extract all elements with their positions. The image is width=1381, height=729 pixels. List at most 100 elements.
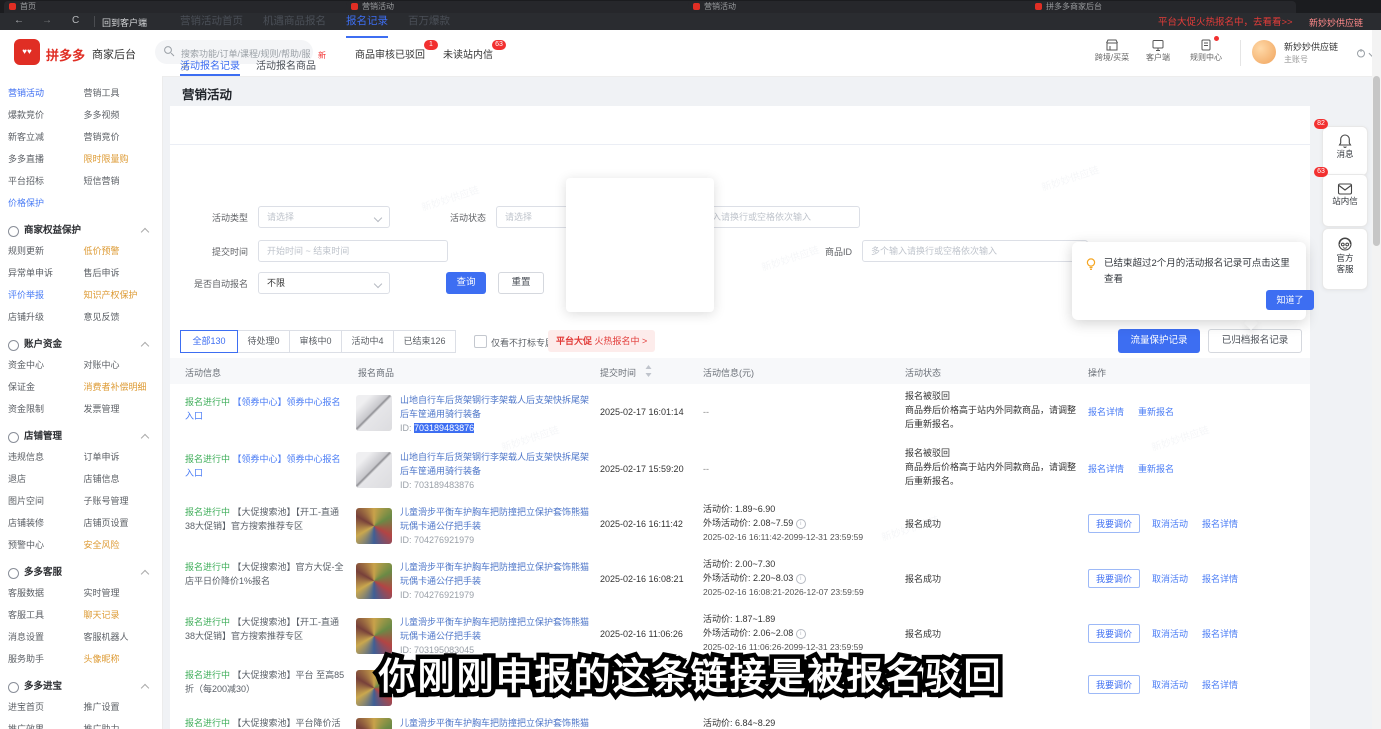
sidebar-item[interactable]: 评价举报	[0, 284, 84, 306]
sidebar-item[interactable]: 新客立减	[0, 126, 84, 148]
product-title[interactable]: 儿童滑步平衡车护胸车把防撞把立保护套饰熊猫玩偶卡通公仔把手装	[400, 616, 592, 644]
resignup-link[interactable]: 重新报名	[1138, 406, 1174, 420]
sidebar-item[interactable]: 店铺页设置	[84, 512, 162, 534]
segment-all[interactable]: 全部130	[180, 330, 238, 353]
reload-icon[interactable]: C	[72, 15, 79, 26]
sidebar-section-account-funds[interactable]: 账户资金	[0, 336, 162, 354]
sidebar-item[interactable]: 多多直播	[0, 148, 84, 170]
product-image[interactable]	[356, 452, 392, 488]
adjust-price-button[interactable]: 我要调价	[1088, 569, 1140, 588]
power-icon[interactable]	[1356, 48, 1366, 58]
detail-link[interactable]: 报名详情	[1202, 518, 1238, 532]
product-title[interactable]: 儿童滑步平衡车护胸车把防撞把立保护套饰熊猫玩偶卡通公仔把手装	[400, 506, 592, 534]
auto-signup-select[interactable]: 不限	[258, 272, 390, 294]
sidebar-item[interactable]: 保证金	[0, 376, 84, 398]
segment-reviewing[interactable]: 审核中0	[289, 330, 342, 353]
reset-button[interactable]: 重置	[498, 272, 544, 294]
sidebar-item[interactable]: 聊天记录	[84, 604, 162, 626]
product-title[interactable]: 儿童滑步平衡车护胸车把防撞把立保护套饰熊猫玩偶卡通公仔把手装	[400, 561, 592, 589]
audit-rejected-link[interactable]: 商品审核已驳回	[355, 46, 425, 61]
tab-campaign-home[interactable]: 营销活动首页	[180, 13, 243, 28]
cancel-link[interactable]: 取消活动	[1152, 628, 1188, 642]
sidebar-item[interactable]: 异常单申诉	[0, 262, 84, 284]
resignup-link[interactable]: 重新报名	[1138, 463, 1174, 477]
sidebar-item[interactable]: 订单申诉	[84, 446, 162, 468]
sidebar-item[interactable]: 推广效果	[0, 718, 84, 729]
sidebar-item[interactable]: 价格保护	[0, 192, 84, 214]
browser-tab[interactable]: 拼多多商家后台	[1030, 1, 1296, 13]
scrollbar-thumb[interactable]	[1373, 76, 1380, 246]
sidebar-item[interactable]: 店铺升级	[0, 306, 84, 328]
archived-records-button[interactable]: 已归档报名记录	[1208, 329, 1302, 353]
sidebar-item[interactable]: 客服数据	[0, 582, 84, 604]
info-icon[interactable]: i	[796, 629, 806, 639]
sidebar-item[interactable]: 资金中心	[0, 354, 84, 376]
sidebar-item[interactable]: 多多视频	[84, 104, 162, 126]
info-icon[interactable]: i	[796, 519, 806, 529]
sidebar-item[interactable]: 意见反馈	[84, 306, 162, 328]
sidebar-section-merchant-rights[interactable]: 商家权益保护	[0, 222, 162, 240]
info-icon[interactable]: i	[796, 574, 806, 584]
tab-million-bestsellers[interactable]: 百万爆款	[408, 13, 450, 28]
mail-entry[interactable]: 站内信	[1322, 174, 1368, 227]
sidebar-item[interactable]: 资金限制	[0, 398, 84, 420]
goods-id-input[interactable]: 多个输入请换行或空格依次输入	[862, 240, 1088, 262]
sidebar-item[interactable]: 预警中心	[0, 534, 84, 556]
sidebar-item[interactable]: 实时管理	[84, 582, 162, 604]
sidebar-item[interactable]: 营销竞价	[84, 126, 162, 148]
sidebar-item[interactable]: 图片空间	[0, 490, 84, 512]
promo-link[interactable]: 平台大促火热报名中，去看看>>	[1158, 14, 1293, 28]
browser-tab[interactable]: 首页	[4, 1, 356, 13]
client-app-entry[interactable]: 客户端	[1140, 38, 1176, 63]
sidebar-item[interactable]: 对账中心	[84, 354, 162, 376]
detail-link[interactable]: 报名详情	[1088, 463, 1124, 477]
browser-tab[interactable]: 营销活动	[688, 1, 1040, 13]
time-range-input[interactable]: 开始时间 ~ 结束时间	[258, 240, 448, 262]
sidebar-item[interactable]: 发票管理	[84, 398, 162, 420]
detail-link[interactable]: 报名详情	[1088, 406, 1124, 420]
sidebar-item[interactable]: 安全风险	[84, 534, 162, 556]
filter-type-select[interactable]: 请选择	[258, 206, 390, 228]
filter-checkbox[interactable]	[474, 335, 487, 348]
sidebar-item[interactable]: 违规信息	[0, 446, 84, 468]
product-image[interactable]	[356, 718, 392, 729]
sidebar-item[interactable]: 店铺信息	[84, 468, 162, 490]
address-url-text[interactable]: 回到客户端	[102, 16, 147, 29]
product-title[interactable]: 山地自行车后货架钢行李架载人后支架快拆尾架后车筐通用骑行装备	[400, 394, 592, 422]
sidebar-item[interactable]: 子账号管理	[84, 490, 162, 512]
sidebar-item[interactable]: 消费者补偿明细	[84, 376, 162, 398]
segment-pending[interactable]: 待处理0	[237, 330, 290, 353]
sidebar-item[interactable]: 推广助力	[84, 718, 162, 729]
cancel-link[interactable]: 取消活动	[1152, 518, 1188, 532]
detail-link[interactable]: 报名详情	[1202, 573, 1238, 587]
tooltip-ok-button[interactable]: 知道了	[1266, 290, 1314, 310]
back-icon[interactable]: ←	[14, 15, 24, 26]
subtab-activity-goods[interactable]: 活动报名商品	[256, 57, 316, 72]
product-id-selected[interactable]: 703189483876	[414, 423, 474, 433]
promo-pill[interactable]: 平台大促 火热报名中 >	[548, 330, 655, 352]
official-support-entry[interactable]: 官方客服	[1322, 228, 1368, 290]
subtab-activity-records[interactable]: 活动报名记录	[180, 57, 240, 72]
avatar[interactable]	[1252, 40, 1276, 64]
sidebar-item[interactable]: 消息设置	[0, 626, 84, 648]
product-title[interactable]: 儿童滑步平衡车护胸车把防撞把立保护套饰熊猫玩偶卡通公仔把手装	[400, 717, 592, 729]
product-image[interactable]	[356, 395, 392, 431]
sidebar-item[interactable]: 规则更新	[0, 240, 84, 262]
sidebar-item[interactable]: 短信营销	[84, 170, 162, 192]
sidebar-item[interactable]: 退店	[0, 468, 84, 490]
sidebar-section-shop-management[interactable]: 店铺管理	[0, 428, 162, 446]
product-image[interactable]	[356, 508, 392, 544]
tab-signup-records[interactable]: 报名记录	[346, 13, 388, 28]
sidebar-section-customer-service[interactable]: 多多客服	[0, 564, 162, 582]
product-title[interactable]: 山地自行车后货架钢行李架载人后支架快拆尾架后车筐通用骑行装备	[400, 451, 592, 479]
sort-icon[interactable]	[645, 365, 652, 377]
tab-opportunity-signup[interactable]: 机遇商品报名	[263, 13, 326, 28]
rule-center-entry[interactable]: 规则中心	[1184, 38, 1228, 63]
traffic-protection-button[interactable]: 流量保护记录	[1118, 329, 1200, 353]
adjust-price-button[interactable]: 我要调价	[1088, 514, 1140, 533]
sidebar-item[interactable]: 限时限量购	[84, 148, 162, 170]
unread-mail-link[interactable]: 未读站内信	[443, 46, 493, 61]
detail-link[interactable]: 报名详情	[1202, 628, 1238, 642]
search-button[interactable]: 查询	[446, 272, 486, 294]
sidebar-item-marketing-campaign[interactable]: 营销活动	[0, 82, 84, 104]
